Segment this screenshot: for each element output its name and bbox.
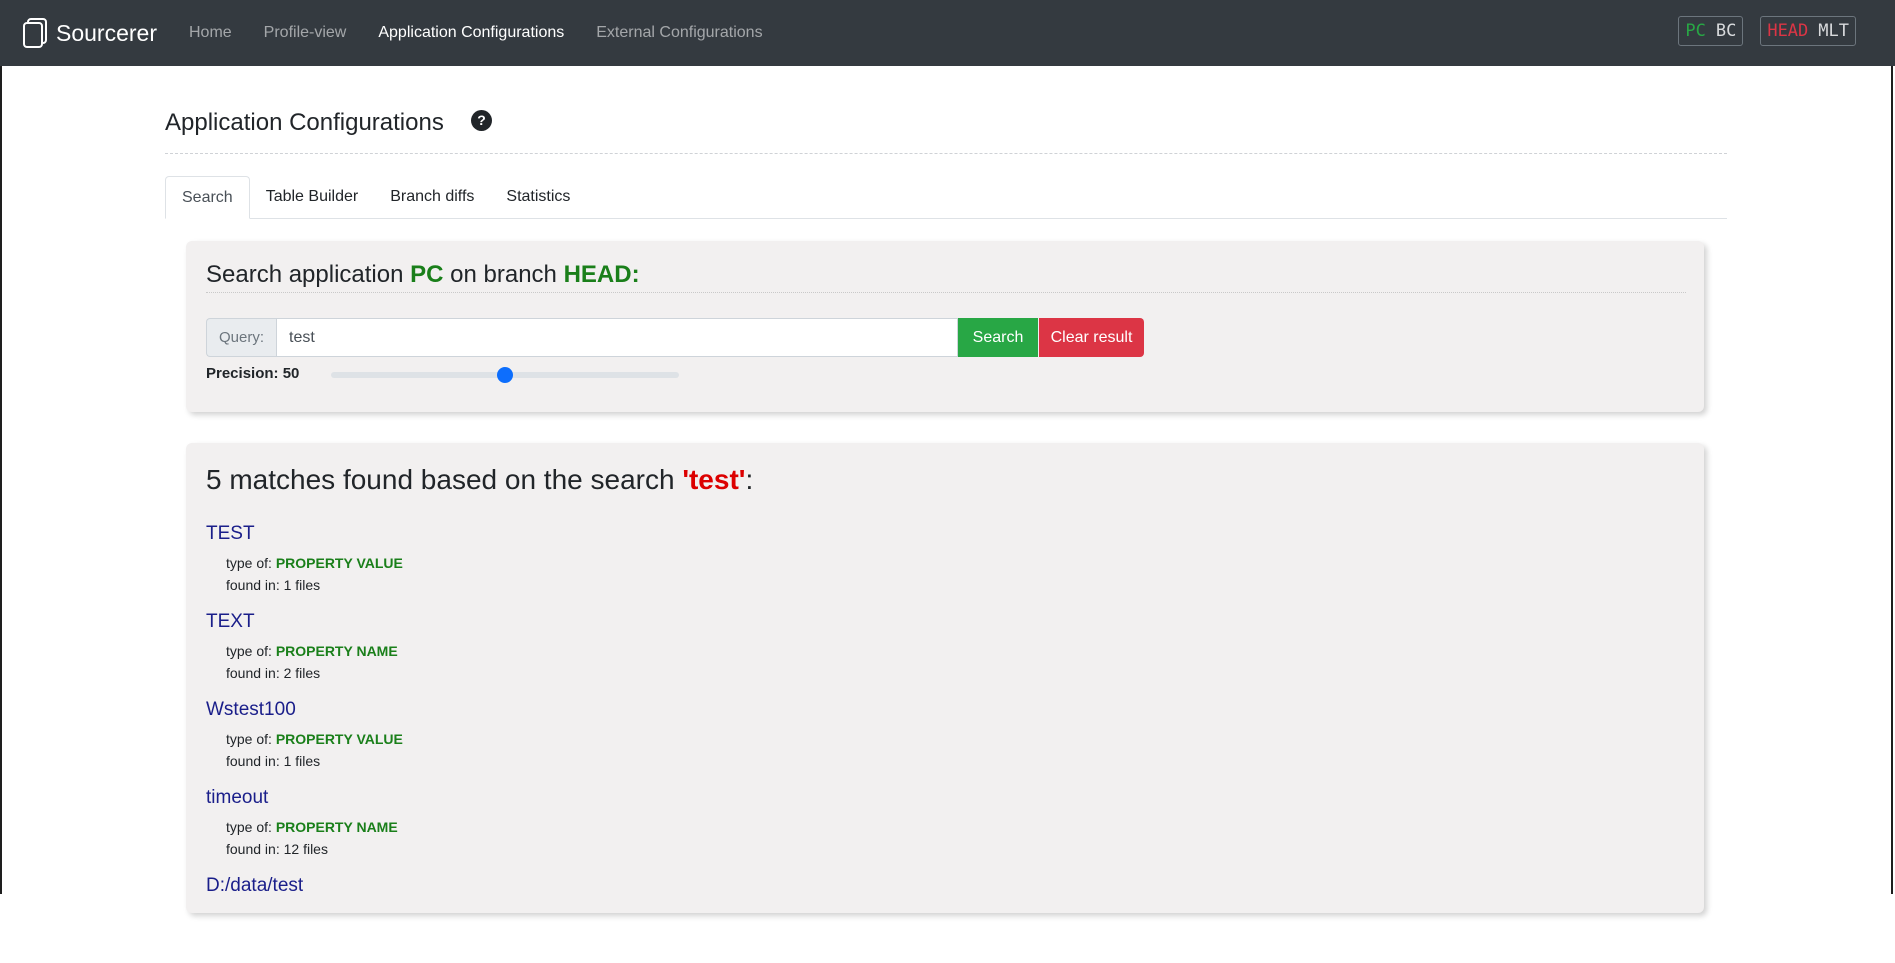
found-prefix: found in: (226, 753, 284, 769)
type-prefix: type of: (226, 819, 276, 835)
results-heading: 5 matches found based on the search 'tes… (206, 464, 753, 496)
result-found: found in: 1 files (226, 753, 403, 775)
precision-slider-thumb[interactable] (497, 367, 513, 383)
results-card: 5 matches found based on the search 'tes… (186, 443, 1704, 913)
page-header: Application Configurations ? (165, 106, 1727, 154)
search-app: PC (410, 261, 444, 288)
tab-branch-diffs[interactable]: Branch diffs (374, 176, 490, 218)
result-item: TEST type of: PROPERTY VALUE found in: 1… (206, 523, 403, 611)
nav-external-configurations[interactable]: External Configurations (596, 24, 762, 42)
branch-selector[interactable]: HEAD MLT (1760, 16, 1856, 46)
search-heading: Search application PC on branch HEAD: (206, 261, 1686, 293)
result-type: type of: PROPERTY NAME (226, 643, 403, 665)
type-value: PROPERTY NAME (275, 819, 398, 835)
found-prefix: found in: (226, 577, 284, 593)
found-value: 12 files (283, 841, 328, 857)
type-prefix: type of: (226, 731, 276, 747)
search-card: Search application PC on branch HEAD: Qu… (186, 241, 1704, 412)
tab-table-builder[interactable]: Table Builder (250, 176, 375, 218)
type-prefix: type of: (226, 643, 276, 659)
result-item: Wstest100 type of: PROPERTY VALUE found … (206, 699, 403, 787)
nav-home[interactable]: Home (189, 24, 232, 42)
logo-icon (23, 18, 47, 48)
found-value: 1 files (283, 577, 321, 593)
top-navbar: Sourcerer Home Profile-view Application … (0, 0, 1895, 66)
result-name[interactable]: TEXT (206, 611, 403, 643)
result-found: found in: 2 files (226, 665, 403, 687)
precision-slider[interactable] (331, 367, 679, 383)
result-name[interactable]: Wstest100 (206, 699, 403, 731)
result-name[interactable]: TEST (206, 523, 403, 555)
branch-other: MLT (1818, 21, 1849, 41)
context-badges: PC BC HEAD MLT (1678, 16, 1856, 46)
result-type: type of: PROPERTY NAME (226, 819, 403, 841)
result-type: type of: PROPERTY VALUE (226, 731, 403, 753)
page-title: Application Configurations (165, 109, 444, 136)
type-value: PROPERTY NAME (275, 643, 398, 659)
tab-search[interactable]: Search (165, 176, 250, 219)
tab-statistics[interactable]: Statistics (490, 176, 586, 218)
found-value: 1 files (283, 753, 321, 769)
app-other: BC (1715, 21, 1737, 41)
result-name[interactable]: D:/data/test (206, 875, 403, 907)
result-found: found in: 1 files (226, 577, 403, 599)
result-item: D:/data/test (206, 875, 403, 963)
precision-label: Precision: 50 (206, 365, 300, 382)
found-value: 2 files (283, 665, 321, 681)
result-type: type of: PROPERTY VALUE (226, 555, 403, 577)
search-button[interactable]: Search (958, 318, 1038, 357)
nav-application-configurations[interactable]: Application Configurations (378, 24, 564, 42)
result-item: TEXT type of: PROPERTY NAME found in: 2 … (206, 611, 403, 699)
found-prefix: found in: (226, 665, 284, 681)
query-label: Query: (206, 318, 276, 357)
result-name[interactable]: timeout (206, 787, 403, 819)
tab-bar: Search Table Builder Branch diffs Statis… (165, 176, 1727, 219)
nav-profile-view[interactable]: Profile-view (264, 24, 347, 42)
type-value: PROPERTY VALUE (275, 731, 403, 747)
type-prefix: type of: (226, 555, 276, 571)
clear-result-button[interactable]: Clear result (1039, 318, 1144, 357)
app-active: PC (1685, 21, 1706, 41)
application-selector[interactable]: PC BC (1678, 16, 1744, 46)
result-list: TEST type of: PROPERTY VALUE found in: 1… (206, 523, 403, 963)
result-item: timeout type of: PROPERTY NAME found in:… (206, 787, 403, 875)
result-found: found in: 12 files (226, 841, 403, 863)
search-heading-mid: on branch (443, 261, 564, 288)
query-group: Query: Search Clear result (206, 318, 1144, 357)
search-branch: HEAD: (563, 261, 640, 288)
help-icon[interactable]: ? (471, 110, 492, 131)
results-heading-prefix: 5 matches found based on the search (206, 464, 683, 495)
type-value: PROPERTY VALUE (275, 555, 403, 571)
found-prefix: found in: (226, 841, 284, 857)
results-heading-suffix: : (745, 464, 754, 495)
brand-name: Sourcerer (56, 19, 157, 46)
results-search-term: 'test' (682, 464, 746, 495)
branch-active: HEAD (1767, 21, 1809, 41)
query-input[interactable] (276, 318, 958, 357)
brand[interactable]: Sourcerer (22, 18, 157, 48)
search-heading-prefix: Search application (206, 261, 411, 288)
